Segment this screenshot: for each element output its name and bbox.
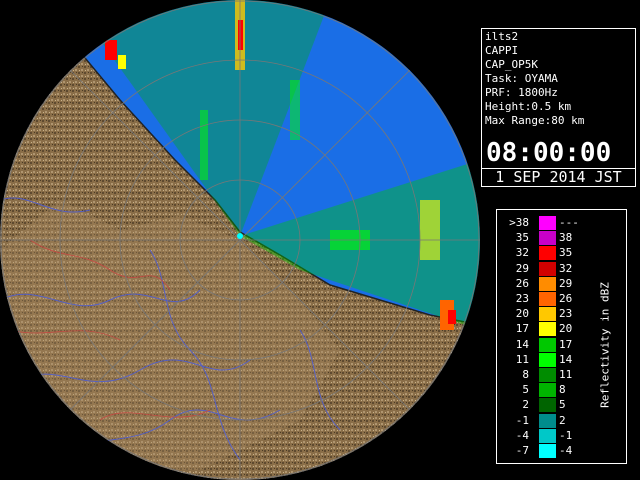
legend-low-value: 14 xyxy=(515,337,529,351)
legend-title: Reflectivity in dBZ xyxy=(598,282,612,408)
legend-color-swatch xyxy=(539,383,556,398)
legend-low-value: 29 xyxy=(515,261,529,275)
legend-low-value: -7 xyxy=(515,444,529,457)
legend-high-value: -1 xyxy=(559,428,573,442)
legend-low-value: 26 xyxy=(515,276,529,290)
prf-label: PRF: 1800Hz xyxy=(485,86,558,99)
product-name: CAPPI xyxy=(485,44,519,57)
legend-color-swatch xyxy=(539,337,556,352)
legend-color-swatch xyxy=(539,261,556,276)
legend-high-value: --- xyxy=(559,216,579,229)
height-label: Height:0.5 km xyxy=(485,100,572,113)
radar-info-panel: ilts2 CAPPI CAP_OP5K Task: OYAMA PRF: 18… xyxy=(481,28,636,187)
legend-high-value: 5 xyxy=(559,398,566,412)
legend-color-swatch xyxy=(539,352,556,367)
legend-high-value: 35 xyxy=(559,246,573,260)
legend-color-swatch xyxy=(539,428,556,443)
legend-low-value: 20 xyxy=(515,307,529,321)
task-label: Task: OYAMA xyxy=(485,72,558,85)
legend-high-value: 38 xyxy=(559,231,573,245)
legend-color-swatch xyxy=(539,398,556,413)
legend-low-value: -1 xyxy=(515,413,529,427)
legend-high-value: 29 xyxy=(559,276,573,290)
legend-color-swatch xyxy=(539,216,556,230)
legend-low-value: 11 xyxy=(515,352,529,366)
legend-color-swatch xyxy=(539,231,556,246)
legend-low-value: -4 xyxy=(515,428,529,442)
legend-color-swatch xyxy=(539,444,556,458)
legend-low-value: 17 xyxy=(515,322,529,336)
legend-low-value: 32 xyxy=(515,246,529,260)
legend-low-value: 35 xyxy=(515,231,529,245)
legend-color-swatch xyxy=(539,292,556,306)
legend-color-swatch xyxy=(539,413,556,428)
legend-high-value: 32 xyxy=(559,261,573,275)
legend-high-value: 20 xyxy=(559,322,573,336)
legend-low-value: 2 xyxy=(522,398,529,412)
legend-high-value: 26 xyxy=(559,292,573,305)
max-range-label: Max Range:80 km xyxy=(485,114,585,127)
range-rings xyxy=(0,0,480,480)
legend-title-container: Reflectivity in dBZ xyxy=(595,280,615,410)
legend-high-value: -4 xyxy=(559,444,573,457)
observation-date: 1 SEP 2014 JST xyxy=(482,168,635,186)
legend-low-value: 23 xyxy=(515,292,529,305)
legend-low-value: 5 xyxy=(522,383,529,397)
radar-site-marker xyxy=(237,233,243,239)
legend-color-swatch xyxy=(539,322,556,337)
legend-high-value: 14 xyxy=(559,352,573,366)
legend-color-swatch xyxy=(539,307,556,322)
legend-low-value: 8 xyxy=(522,368,529,381)
product-code: CAP_OP5K xyxy=(485,58,538,71)
observation-time: 08:00:00 xyxy=(486,138,612,168)
legend-high-value: 17 xyxy=(559,337,573,351)
legend-high-value: 23 xyxy=(559,307,573,321)
legend-color-swatch xyxy=(539,246,556,261)
legend-low-value: >38 xyxy=(509,216,529,229)
legend-high-value: 2 xyxy=(559,413,566,427)
radar-map[interactable] xyxy=(0,0,480,480)
reflectivity-legend: >38 --- 35 38 32 35 29 32 26 29 23 26 20 23 17 20 14 17 11… xyxy=(496,209,627,464)
legend-high-value: 11 xyxy=(559,368,573,381)
legend-high-value: 8 xyxy=(559,383,566,397)
legend-color-swatch xyxy=(539,276,556,291)
legend-color-swatch xyxy=(539,368,556,382)
site-name: ilts2 xyxy=(485,30,519,43)
